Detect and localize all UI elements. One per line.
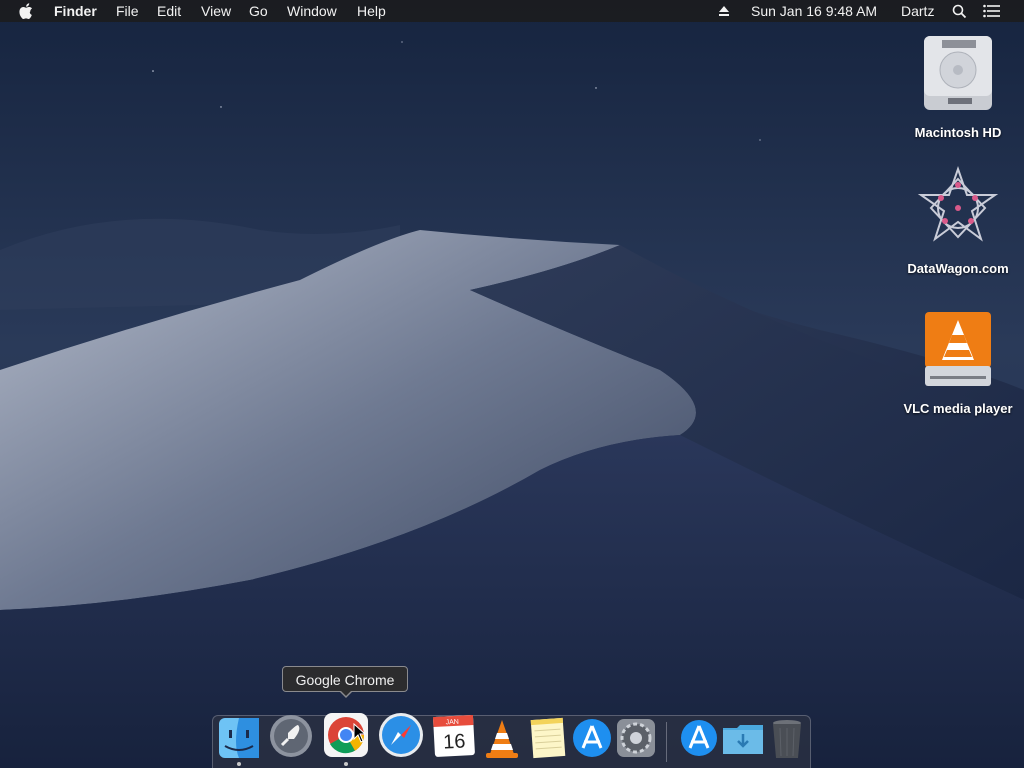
menu-help[interactable]: Help: [357, 0, 386, 22]
apple-icon: [19, 3, 32, 19]
desktop-icon-macintosh-hd[interactable]: Macintosh HD: [898, 30, 1018, 142]
notification-center-icon: [983, 4, 1000, 18]
dock-separator: [666, 722, 667, 762]
dock-item-downloads[interactable]: [720, 716, 764, 760]
dock-item-trash[interactable]: [766, 716, 810, 760]
dock-item-finder[interactable]: [217, 716, 261, 760]
menu-clock[interactable]: Sun Jan 16 9:48 AM: [751, 0, 877, 22]
dock-item-app-store[interactable]: [570, 716, 614, 760]
safari-icon: [379, 713, 423, 757]
desktop-icon-label: Macintosh HD: [914, 125, 1002, 140]
mouse-cursor-icon: [353, 723, 367, 743]
running-indicator: [237, 762, 241, 766]
eject-menu-extra[interactable]: [718, 0, 732, 22]
dock-item-calendar[interactable]: JAN 16: [432, 714, 476, 758]
wallpaper: [0, 0, 1024, 768]
datawagon-star-icon: [917, 165, 999, 242]
menu-go[interactable]: Go: [249, 0, 268, 22]
eject-icon: [719, 6, 729, 16]
apple-menu[interactable]: [19, 0, 37, 22]
running-indicator: [344, 762, 348, 766]
dock-item-vlc[interactable]: [480, 716, 524, 760]
spotlight-search-icon: [952, 4, 967, 19]
desktop-icon-datawagon[interactable]: DataWagon.com: [898, 165, 1018, 280]
finder-icon: [219, 718, 259, 758]
menu-bar: Finder File Edit View Go Window Help Sun…: [0, 0, 1024, 22]
hard-drive-icon: [924, 36, 992, 110]
desktop[interactable]: Finder File Edit View Go Window Help Sun…: [0, 0, 1024, 768]
dock-item-system-preferences[interactable]: [614, 716, 658, 760]
vlc-icon: [486, 720, 518, 758]
notification-center-button[interactable]: [983, 0, 1001, 22]
calendar-month: JAN: [446, 719, 460, 727]
applications-folder-icon: [681, 720, 717, 756]
desktop-icon-vlc[interactable]: VLC media player: [898, 306, 1018, 416]
trash-icon: [773, 720, 801, 758]
desktop-icon-label: DataWagon.com: [907, 261, 1009, 276]
calendar-icon: JAN 16: [432, 714, 475, 757]
downloads-folder-icon: [723, 725, 763, 754]
menu-file[interactable]: File: [116, 0, 139, 22]
menu-app-name[interactable]: Finder: [54, 0, 97, 22]
menu-edit[interactable]: Edit: [157, 0, 181, 22]
calendar-day: 16: [443, 730, 466, 753]
notes-icon: [530, 717, 566, 759]
menu-window[interactable]: Window: [287, 0, 337, 22]
dock-item-launchpad[interactable]: [268, 713, 312, 757]
launchpad-icon: [270, 715, 312, 757]
menu-user[interactable]: Dartz: [901, 0, 934, 22]
spotlight-button[interactable]: [952, 0, 968, 22]
app-store-icon: [573, 719, 611, 757]
dock-tooltip: Google Chrome: [282, 666, 408, 692]
system-preferences-icon: [617, 719, 655, 757]
desktop-icon-label: VLC media player: [903, 401, 1013, 416]
vlc-cone-icon: [925, 312, 991, 386]
menu-view[interactable]: View: [201, 0, 231, 22]
tooltip-arrow-fill: [340, 690, 352, 696]
dock-item-safari[interactable]: [378, 712, 423, 757]
dock-item-notes[interactable]: [527, 716, 571, 760]
dock-item-applications[interactable]: [677, 716, 721, 760]
